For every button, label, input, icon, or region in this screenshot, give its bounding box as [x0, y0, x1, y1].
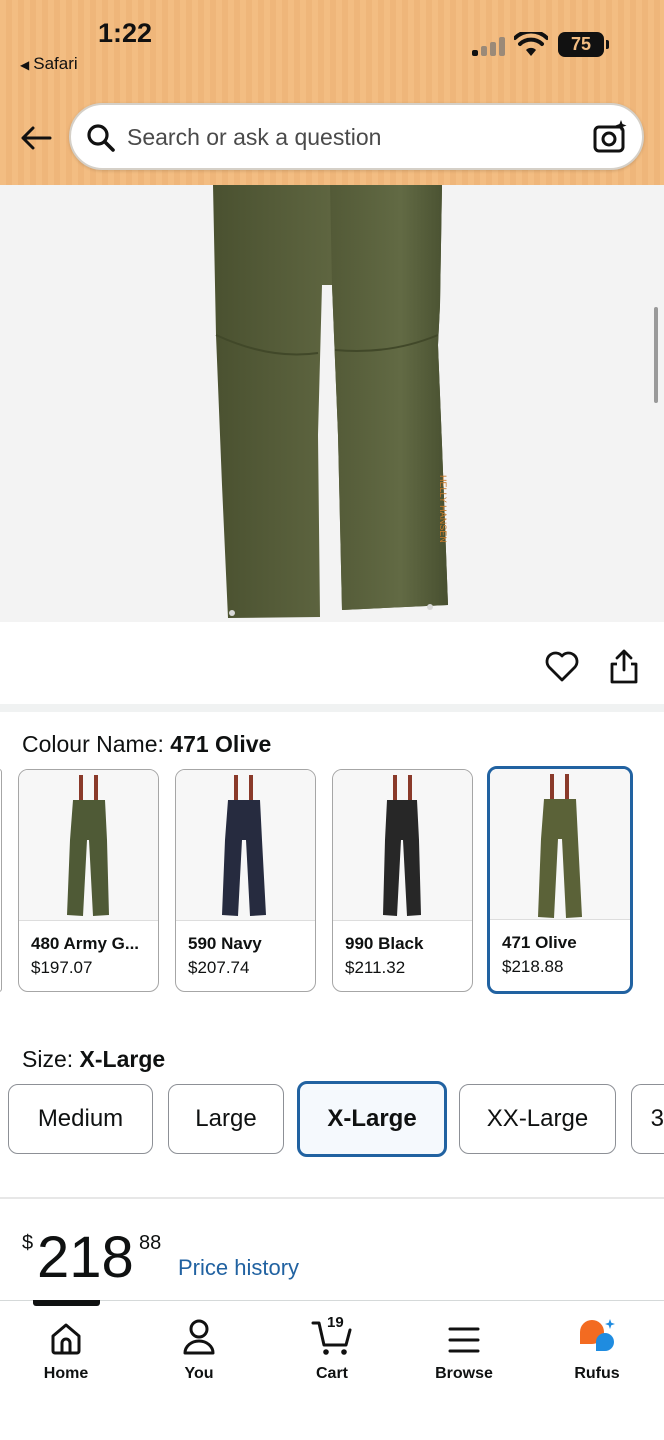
overalls-illustration: HELLY HANSEN — [213, 185, 448, 618]
nav-browse[interactable]: Browse — [414, 1312, 514, 1383]
battery-indicator: 75 — [558, 32, 609, 57]
product-image[interactable]: HELLY HANSEN — [0, 185, 664, 622]
colour-swatch-navy[interactable]: 590 Navy $207.74 — [175, 769, 316, 992]
section-divider — [0, 1197, 664, 1199]
swatch-thumbnail — [19, 770, 158, 921]
price-history-link[interactable]: Price history — [178, 1255, 299, 1281]
swatch-name: 590 Navy — [188, 934, 262, 953]
swatch-thumbnail — [333, 770, 472, 921]
swatch-thumbnail — [490, 769, 630, 920]
search-input[interactable] — [127, 118, 577, 156]
swatch-thumbnail — [176, 770, 315, 921]
size-option-medium[interactable]: Medium — [8, 1084, 153, 1154]
nav-label: Browse — [435, 1365, 493, 1382]
swatch-price: $197.07 — [31, 958, 93, 977]
back-app-label: Safari — [33, 54, 78, 73]
search-bar[interactable] — [69, 103, 644, 170]
back-triangle-icon: ◀ — [20, 58, 30, 72]
price-fraction: 88 — [139, 1232, 162, 1254]
nav-active-indicator — [33, 1300, 100, 1306]
swatch-name: 990 Black — [345, 934, 424, 953]
nav-rufus[interactable]: Rufus — [547, 1312, 647, 1383]
size-option-xx-large[interactable]: XX-Large — [459, 1084, 616, 1154]
nav-label: Cart — [315, 1365, 348, 1382]
search-icon — [87, 124, 115, 152]
nav-you[interactable]: You — [149, 1312, 249, 1383]
colour-swatch-army-green[interactable]: 480 Army G... $197.07 — [18, 769, 159, 992]
colour-name-label: Colour Name: 471 Olive — [22, 731, 272, 757]
price-whole: 218 — [37, 1225, 134, 1290]
nav-cart[interactable]: 19 Cart — [282, 1312, 382, 1383]
swatch-price: $218.88 — [502, 957, 564, 976]
status-time: 1:22 — [98, 18, 153, 48]
header: 1:22 ◀ Safari 75 — [0, 0, 664, 185]
rufus-assistant-icon — [580, 1319, 615, 1351]
nav-label: You — [184, 1365, 214, 1382]
nav-label: Home — [43, 1365, 89, 1382]
section-divider — [0, 704, 664, 712]
size-option-x-large-selected[interactable]: X-Large — [297, 1081, 447, 1157]
person-icon — [183, 1319, 215, 1355]
swatch-price: $207.74 — [188, 958, 250, 977]
colour-swatch-olive-selected[interactable]: 471 Olive $218.88 — [487, 766, 633, 994]
price-symbol: $ — [22, 1232, 34, 1254]
selected-colour: 471 Olive — [170, 731, 272, 757]
previous-colour-swatch-edge[interactable] — [0, 769, 2, 992]
swatch-price: $211.32 — [345, 958, 406, 977]
selected-size: X-Large — [79, 1046, 166, 1072]
swatch-name: 471 Olive — [502, 933, 577, 952]
swatch-name: 480 Army G... — [31, 934, 140, 953]
colour-swatch-black[interactable]: 990 Black $211.32 — [332, 769, 473, 992]
back-to-app[interactable]: ◀ Safari — [20, 54, 78, 74]
nav-label: Rufus — [574, 1365, 620, 1382]
image-scroll-indicator — [654, 307, 658, 403]
size-option-partial[interactable]: 3 — [631, 1084, 664, 1154]
size-label: Size: X-Large — [22, 1046, 166, 1072]
svg-text:HELLY HANSEN: HELLY HANSEN — [438, 475, 448, 543]
nav-home[interactable]: Home — [16, 1312, 116, 1383]
share-icon[interactable] — [607, 648, 641, 686]
heart-icon[interactable] — [544, 648, 580, 684]
cellular-signal-icon — [472, 36, 506, 56]
home-icon — [51, 1323, 81, 1355]
size-option-large[interactable]: Large — [168, 1084, 284, 1154]
wifi-icon — [514, 32, 548, 56]
back-arrow-icon[interactable] — [18, 120, 54, 156]
cart-count-badge: 19 — [326, 1314, 344, 1331]
camera-scan-icon[interactable] — [592, 119, 628, 155]
menu-icon — [448, 1327, 480, 1353]
